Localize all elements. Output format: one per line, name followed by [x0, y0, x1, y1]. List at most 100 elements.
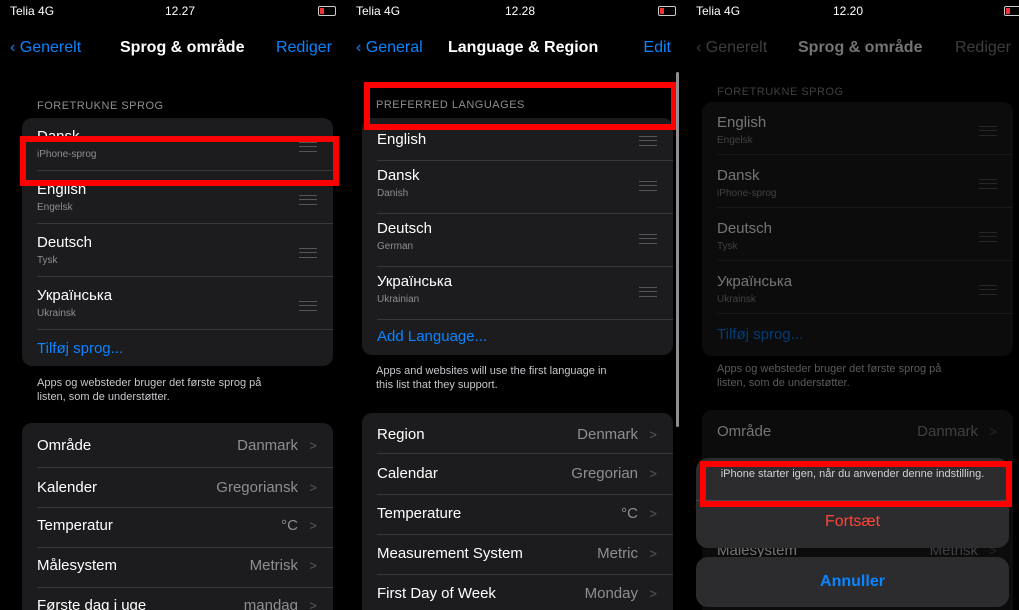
- language-row[interactable]: Українська Ukrainsk: [702, 261, 1013, 313]
- nav-bar: ‹ General Language & Region Edit: [346, 30, 679, 66]
- setting-label: Område: [37, 437, 92, 454]
- back-label: General: [365, 39, 423, 56]
- region-settings-list: Region Denmark > Calendar Gregorian > Te…: [362, 413, 673, 610]
- footer-line: Apps og websteder bruger det første spro…: [37, 377, 262, 389]
- language-list: English Engelsk Dansk iPhone-sprog Deuts…: [702, 102, 1013, 356]
- setting-row-first-day[interactable]: First Day of Week Monday >: [362, 575, 673, 610]
- language-name: Українська: [37, 287, 113, 304]
- edit-button[interactable]: Rediger: [955, 39, 1011, 57]
- reorder-handle-icon[interactable]: [299, 301, 317, 311]
- setting-row-measurement[interactable]: Measurement System Metric >: [362, 535, 673, 575]
- setting-label: Temperatur: [37, 517, 113, 534]
- edit-button[interactable]: Edit: [643, 39, 671, 57]
- language-footer: Apps og websteder bruger det første spro…: [37, 376, 261, 404]
- panel-restart-confirmation: Telia 4G 12.20 ‹ Generelt Sprog & område…: [686, 0, 1019, 610]
- setting-row-temperature[interactable]: Temperatur °C >: [22, 508, 333, 548]
- setting-label: Measurement System: [377, 545, 523, 562]
- back-button[interactable]: ‹ Generelt: [10, 39, 81, 57]
- language-row[interactable]: Українська Ukrainian: [362, 267, 673, 319]
- language-row[interactable]: Deutsch German: [362, 214, 673, 266]
- language-footer: Apps and websites will use the first lan…: [376, 364, 607, 392]
- reorder-handle-icon[interactable]: [979, 232, 997, 242]
- add-language-link[interactable]: Tilføj sprog...: [37, 340, 123, 357]
- setting-row-calendar[interactable]: Calendar Gregorian >: [362, 454, 673, 494]
- add-language-row[interactable]: Tilføj sprog...: [702, 314, 1013, 356]
- chevron-right-icon: >: [309, 558, 317, 573]
- highlight-box: [20, 136, 339, 186]
- page-title: Sprog & område: [798, 39, 923, 56]
- footer-line: listen, som de understøtter.: [37, 391, 170, 403]
- back-button[interactable]: ‹ Generelt: [696, 39, 767, 57]
- clock: 12.27: [164, 4, 196, 18]
- setting-row-region[interactable]: Region Denmark >: [362, 413, 673, 453]
- add-language-row[interactable]: Tilføj sprog...: [22, 330, 333, 366]
- panel-english-settings: Telia 4G 12.28 ‹ General Language & Regi…: [346, 0, 679, 610]
- add-language-link[interactable]: Tilføj sprog...: [717, 326, 803, 343]
- language-row[interactable]: Dansk Danish: [362, 161, 673, 213]
- add-language-link[interactable]: Add Language...: [377, 328, 487, 345]
- setting-row-region[interactable]: Område Danmark >: [22, 423, 333, 463]
- reorder-handle-icon[interactable]: [639, 136, 657, 146]
- setting-value: Danmark: [917, 423, 978, 440]
- reorder-handle-icon[interactable]: [639, 181, 657, 191]
- setting-row-calendar[interactable]: Kalender Gregoriansk >: [22, 468, 333, 508]
- chevron-right-icon: >: [649, 586, 657, 601]
- language-row[interactable]: Українська Ukrainsk: [22, 277, 333, 329]
- reorder-handle-icon[interactable]: [299, 195, 317, 205]
- language-row[interactable]: English Engelsk: [702, 102, 1013, 154]
- setting-row-measurement[interactable]: Målesystem Metrisk >: [22, 548, 333, 588]
- edit-button[interactable]: Rediger: [276, 39, 332, 57]
- language-name: English: [377, 131, 427, 148]
- chevron-right-icon: >: [309, 480, 317, 495]
- panel-danish-settings: Telia 4G 12.27 ‹ Generelt Sprog & område…: [0, 0, 340, 610]
- language-sub: Engelsk: [717, 135, 753, 146]
- back-button[interactable]: ‹ General: [356, 39, 423, 57]
- language-row[interactable]: Dansk iPhone-sprog: [702, 155, 1013, 207]
- footer-line: Apps and websites will use the first lan…: [376, 365, 607, 377]
- chevron-right-icon: >: [649, 506, 657, 521]
- setting-value: Monday: [584, 585, 638, 602]
- language-row[interactable]: Deutsch Tysk: [702, 208, 1013, 260]
- setting-value: Denmark: [577, 426, 638, 443]
- highlight-box: [364, 82, 677, 130]
- section-header: FORETRUKNE SPROG: [37, 100, 164, 112]
- reorder-handle-icon[interactable]: [979, 179, 997, 189]
- highlight-box: [700, 461, 1012, 507]
- language-name: Українська: [717, 273, 793, 290]
- setting-value: °C: [281, 517, 298, 534]
- language-sub: Ukrainsk: [717, 294, 756, 305]
- language-name: Deutsch: [377, 220, 433, 237]
- language-sub: Ukrainian: [377, 294, 420, 305]
- language-sub: Danish: [377, 188, 409, 199]
- language-name: Dansk: [717, 167, 760, 184]
- cancel-label: Annuller: [820, 573, 885, 590]
- setting-value: Metric: [597, 545, 638, 562]
- chevron-right-icon: >: [649, 427, 657, 442]
- language-list: English Dansk Danish Deutsch German Укра…: [362, 118, 673, 355]
- language-sub: iPhone-sprog: [717, 188, 777, 199]
- setting-value: mandag: [243, 597, 298, 610]
- reorder-handle-icon[interactable]: [639, 287, 657, 297]
- cancel-button[interactable]: Annuller: [696, 557, 1009, 607]
- reorder-handle-icon[interactable]: [639, 234, 657, 244]
- setting-label: Målesystem: [37, 557, 118, 574]
- setting-label: Kalender: [37, 479, 98, 496]
- chevron-right-icon: >: [649, 546, 657, 561]
- setting-row-temperature[interactable]: Temperature °C >: [362, 495, 673, 535]
- setting-row-region[interactable]: Område Danmark >: [702, 410, 1013, 454]
- clock: 12.28: [504, 4, 536, 18]
- setting-row-first-day[interactable]: Første dag i uge mandag >: [22, 588, 333, 610]
- continue-button[interactable]: Fortsæt: [696, 513, 1009, 531]
- language-sub: Engelsk: [37, 202, 73, 213]
- page-title: Language & Region: [448, 39, 599, 56]
- carrier-label: Telia 4G: [10, 4, 55, 18]
- language-row[interactable]: Deutsch Tysk: [22, 224, 333, 276]
- status-bar: Telia 4G 12.20: [686, 0, 1019, 22]
- language-sub: Tysk: [37, 255, 58, 266]
- reorder-handle-icon[interactable]: [979, 285, 997, 295]
- setting-label: Område: [717, 423, 772, 440]
- reorder-handle-icon[interactable]: [299, 248, 317, 258]
- region-settings-list: Område Danmark > Kalender Gregoriansk > …: [22, 423, 333, 610]
- reorder-handle-icon[interactable]: [979, 126, 997, 136]
- add-language-row[interactable]: Add Language...: [362, 320, 673, 355]
